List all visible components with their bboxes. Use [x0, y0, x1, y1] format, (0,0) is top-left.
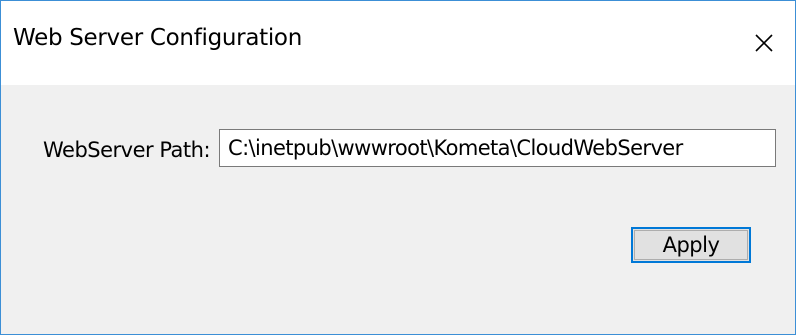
window-title: Web Server Configuration — [13, 25, 302, 51]
close-icon — [754, 33, 774, 53]
close-button[interactable] — [733, 1, 795, 85]
dialog-body: WebServer Path: Apply — [1, 85, 795, 334]
webserver-path-input[interactable] — [219, 129, 776, 167]
webserver-path-label: WebServer Path: — [43, 138, 211, 162]
apply-button[interactable]: Apply — [631, 227, 751, 263]
apply-button-label: Apply — [634, 230, 748, 260]
title-bar: Web Server Configuration — [1, 1, 795, 85]
config-dialog: Web Server Configuration WebServer Path:… — [0, 0, 796, 335]
